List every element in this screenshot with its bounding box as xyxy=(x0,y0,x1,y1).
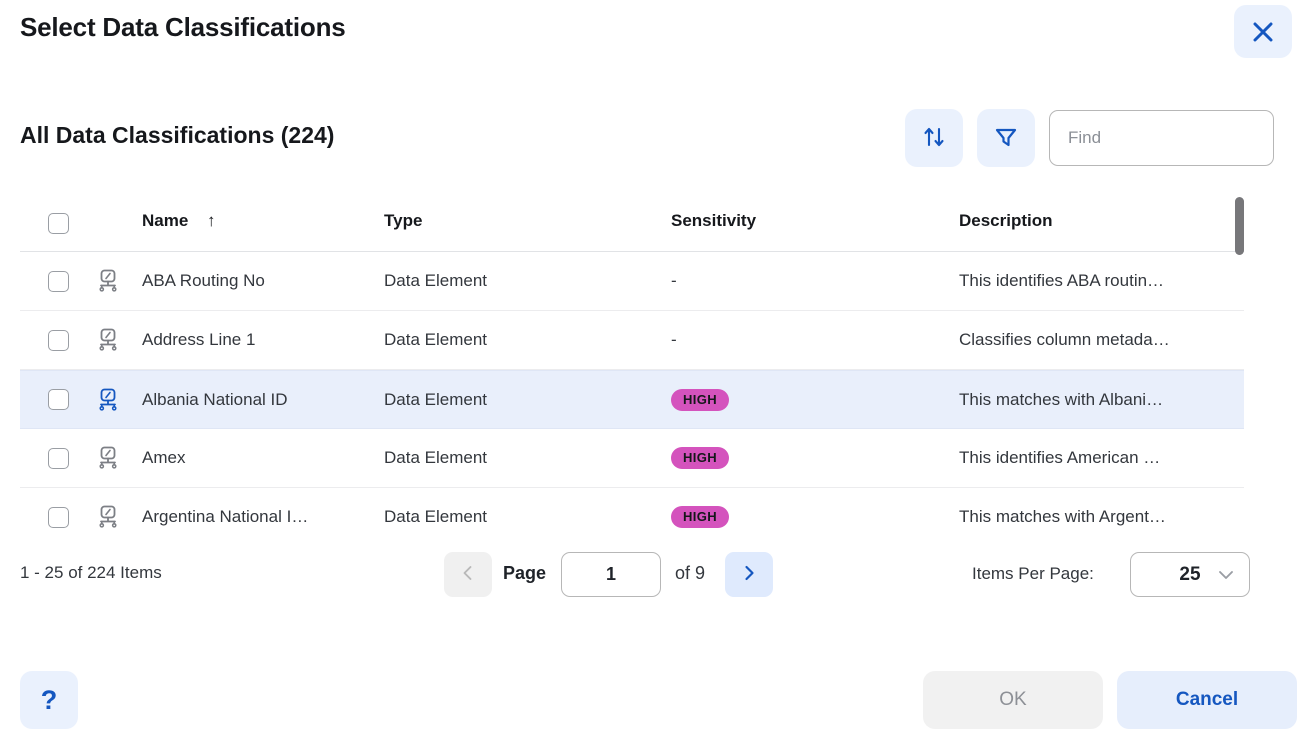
page-number-input[interactable] xyxy=(561,552,661,597)
page-label: Page xyxy=(503,563,547,583)
row-type: Data Element xyxy=(384,448,487,467)
column-header-type[interactable]: Type xyxy=(384,211,422,231)
row-type: Data Element xyxy=(384,271,487,290)
row-description: This identifies ABA routin… xyxy=(959,271,1165,290)
section-title: All Data Classifications (224) xyxy=(20,122,335,148)
sensitivity-value: - xyxy=(671,271,677,290)
find-input[interactable] xyxy=(1049,110,1274,166)
row-sensitivity: HIGH xyxy=(671,371,956,428)
page-count-label: of 9 xyxy=(675,563,706,583)
row-type: Data Element xyxy=(384,507,487,526)
sensitivity-badge: HIGH xyxy=(671,447,730,469)
sensitivity-badge: HIGH xyxy=(671,388,730,411)
select-all-cell xyxy=(48,195,94,252)
filter-button[interactable] xyxy=(977,109,1035,167)
items-per-page-label: Items Per Page: xyxy=(972,564,1094,583)
row-checkbox[interactable] xyxy=(48,447,69,469)
row-checkbox-cell xyxy=(48,371,94,428)
close-button[interactable] xyxy=(1234,5,1292,58)
row-name: Amex xyxy=(142,448,186,467)
classifications-table: Name ↑ Type Sensitivity Description ABA … xyxy=(20,195,1244,535)
data-element-icon xyxy=(95,371,139,428)
row-name: Albania National ID xyxy=(142,389,288,409)
table-header-row: Name ↑ Type Sensitivity Description xyxy=(20,195,1244,252)
close-icon xyxy=(1250,19,1276,45)
row-checkbox-cell xyxy=(48,311,94,369)
items-per-page-value: 25 xyxy=(1179,563,1201,585)
table-row[interactable]: Address Line 1 Data Element - Classifies co… xyxy=(20,311,1244,370)
row-sensitivity: HIGH xyxy=(671,429,956,487)
row-checkbox-cell xyxy=(48,252,94,310)
ok-button[interactable]: OK xyxy=(923,671,1103,729)
question-mark-icon: ? xyxy=(40,684,58,715)
data-element-icon xyxy=(95,488,139,535)
column-header-sensitivity[interactable]: Sensitivity xyxy=(671,211,756,231)
row-checkbox[interactable] xyxy=(48,389,69,410)
pagination-range-text: 1 - 25 of 224 Items xyxy=(20,563,162,582)
sensitivity-value: - xyxy=(671,330,677,349)
row-name: Address Line 1 xyxy=(142,330,256,349)
sort-arrows-icon xyxy=(921,124,947,153)
row-description: This identifies American … xyxy=(959,448,1161,467)
data-element-icon xyxy=(95,311,139,369)
dialog-title: Select Data Classifications xyxy=(20,12,346,42)
sort-ascending-icon: ↑ xyxy=(207,211,216,230)
next-page-button[interactable] xyxy=(725,552,773,597)
data-element-icon xyxy=(95,252,139,310)
chevron-left-icon xyxy=(458,563,478,586)
row-checkbox-cell xyxy=(48,488,94,535)
table-scrollbar[interactable] xyxy=(1234,195,1244,535)
row-description: Classifies column metada… xyxy=(959,330,1170,349)
row-description: This matches with Albani… xyxy=(959,389,1164,409)
funnel-icon xyxy=(993,124,1019,153)
column-header-name[interactable]: Name ↑ xyxy=(142,211,216,231)
table-row[interactable]: ABA Routing No Data Element - This identifi… xyxy=(20,252,1244,311)
help-button[interactable]: ? xyxy=(20,671,78,729)
row-name: ABA Routing No xyxy=(142,271,265,290)
row-sensitivity: HIGH xyxy=(671,488,956,535)
table-scrollbar-thumb[interactable] xyxy=(1235,197,1244,255)
row-checkbox[interactable] xyxy=(48,329,69,351)
row-type: Data Element xyxy=(384,389,487,409)
table-row[interactable]: Albania National ID Data Element HIGH This … xyxy=(20,370,1244,429)
select-data-classifications-dialog: Select Data Classifications All Data Cla… xyxy=(0,0,1304,739)
table-row[interactable]: Amex Data Element HIGH This identifies Amer… xyxy=(20,429,1244,488)
chevron-down-icon xyxy=(1217,568,1235,587)
row-sensitivity: - xyxy=(671,252,956,310)
row-type: Data Element xyxy=(384,330,487,349)
cancel-button[interactable]: Cancel xyxy=(1117,671,1297,729)
row-checkbox[interactable] xyxy=(48,270,69,292)
row-checkbox-cell xyxy=(48,429,94,487)
row-sensitivity: - xyxy=(671,311,956,369)
sort-button[interactable] xyxy=(905,109,963,167)
row-description: This matches with Argent… xyxy=(959,507,1166,526)
row-name: Argentina National I… xyxy=(142,507,309,526)
column-header-description[interactable]: Description xyxy=(959,211,1053,231)
items-per-page-select[interactable]: 25 xyxy=(1130,552,1250,597)
table-row[interactable]: Argentina National I… Data Element HIGH Thi… xyxy=(20,488,1244,535)
data-element-icon xyxy=(95,429,139,487)
sensitivity-badge: HIGH xyxy=(671,506,730,528)
select-all-checkbox[interactable] xyxy=(48,213,69,234)
row-checkbox[interactable] xyxy=(48,506,69,528)
chevron-right-icon xyxy=(739,563,759,586)
previous-page-button[interactable] xyxy=(444,552,492,597)
